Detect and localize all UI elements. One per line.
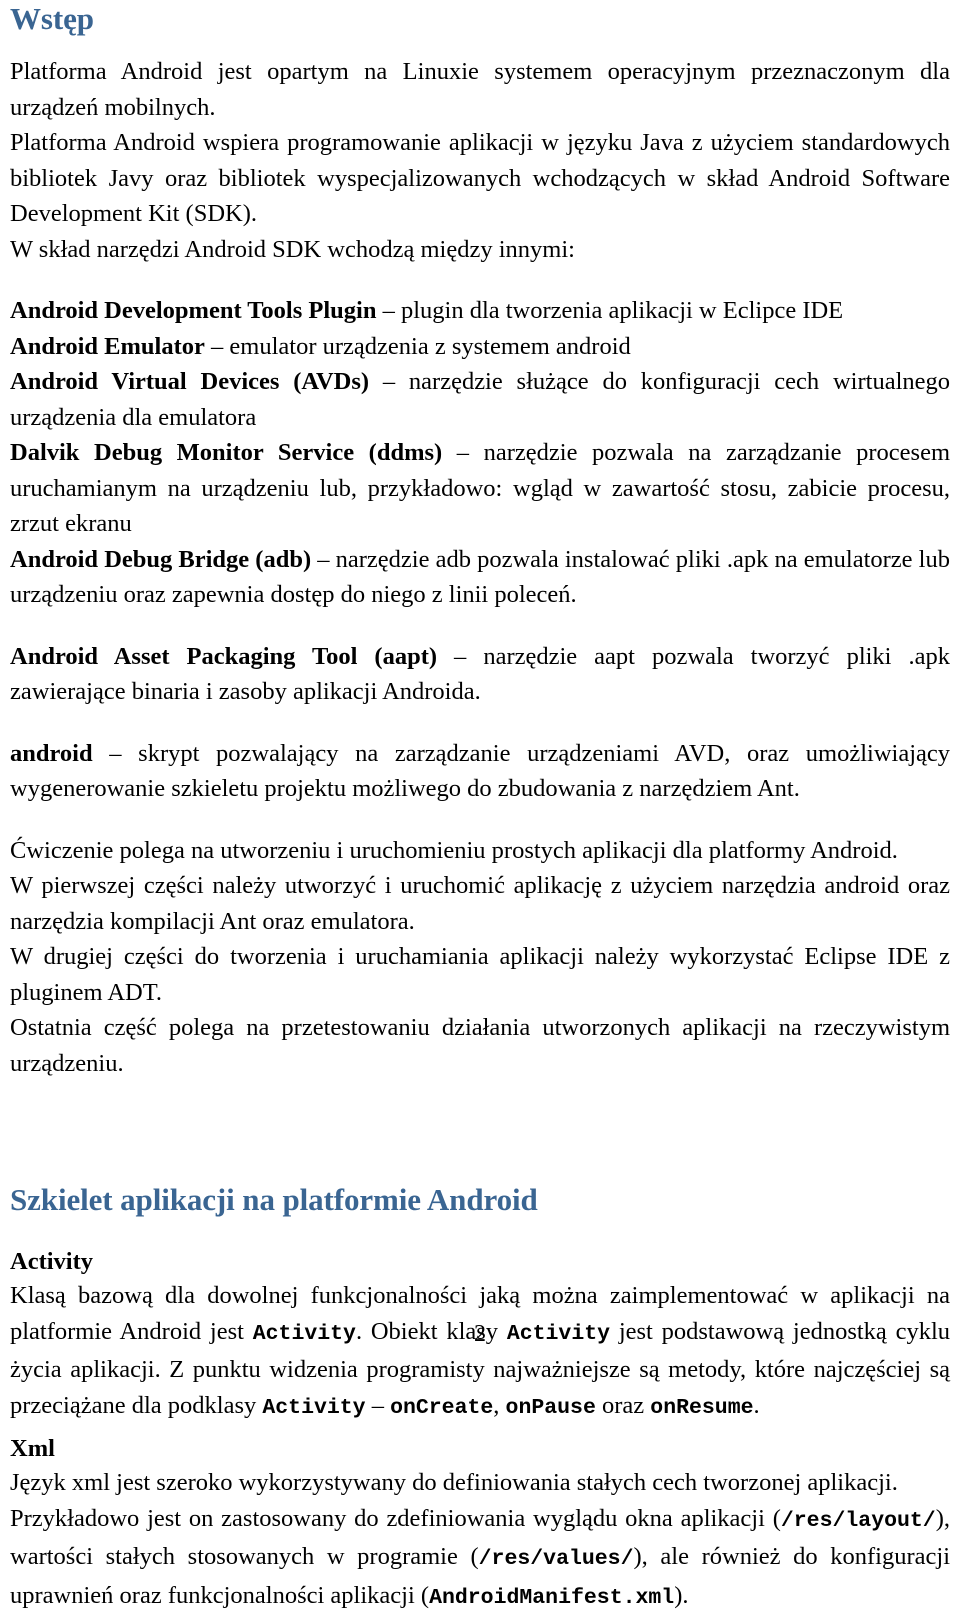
spacer xyxy=(10,807,950,833)
tool-dash: – xyxy=(376,297,401,324)
spacer xyxy=(10,613,950,639)
code-onresume: onResume xyxy=(650,1396,753,1420)
exercise-paragraph-1: Ćwiczenie polega na utworzeniu i uruchom… xyxy=(10,833,950,869)
tool-term: Android Emulator xyxy=(10,333,205,360)
skeleton-heading: Szkielet aplikacji na platformie Android xyxy=(10,1181,950,1219)
xml-paragraph-1: Język xml jest szeroko wykorzystywany do… xyxy=(10,1465,950,1501)
list-item: android – skrypt pozwalający na zarządza… xyxy=(10,736,950,807)
code-oncreate: onCreate xyxy=(390,1396,493,1420)
tool-term: Android Asset Packaging Tool (aapt) xyxy=(10,643,437,670)
tool-term: Android Development Tools Plugin xyxy=(10,297,376,324)
code-res-layout: /res/layout/ xyxy=(781,1509,936,1533)
activity-text: , xyxy=(493,1392,505,1419)
xml-paragraph-2: Przykładowo jest on zastosowany do zdefi… xyxy=(10,1501,950,1616)
intro-paragraph-3: W skład narzędzi Android SDK wchodzą mię… xyxy=(10,232,950,268)
list-item: Android Asset Packaging Tool (aapt) – na… xyxy=(10,639,950,710)
tool-desc: skrypt pozwalający na zarządzanie urządz… xyxy=(10,740,950,803)
tool-dash: – xyxy=(442,439,483,466)
list-item: Android Debug Bridge (adb) – narzędzie a… xyxy=(10,542,950,613)
xml-heading: Xml xyxy=(10,1432,950,1465)
list-item: Android Virtual Devices (AVDs) – narzędz… xyxy=(10,364,950,435)
intro-paragraph-1: Platforma Android jest opartym na Linuxi… xyxy=(10,54,950,125)
xml-text: Przykładowo jest on zastosowany do zdefi… xyxy=(10,1505,781,1532)
tool-dash: – xyxy=(311,546,336,573)
tool-dash: – xyxy=(369,368,409,395)
page-number: 2 xyxy=(0,1320,960,1348)
tool-dash: – xyxy=(437,643,483,670)
sdk-tools-list: Android Development Tools Plugin – plugi… xyxy=(10,293,950,613)
code-onpause: onPause xyxy=(506,1396,596,1420)
tool-term: Dalvik Debug Monitor Service (ddms) xyxy=(10,439,442,466)
code-activity: Activity xyxy=(262,1396,365,1420)
list-item: Android Development Tools Plugin – plugi… xyxy=(10,293,950,329)
tool-term: Android Virtual Devices (AVDs) xyxy=(10,368,369,395)
spacer xyxy=(10,38,950,54)
activity-text: – xyxy=(366,1392,391,1419)
list-item: Dalvik Debug Monitor Service (ddms) – na… xyxy=(10,435,950,542)
xml-text: ). xyxy=(674,1582,688,1609)
page-title: Wstęp xyxy=(10,0,950,38)
exercise-paragraph-4: Ostatnia część polega na przetestowaniu … xyxy=(10,1010,950,1081)
spacer xyxy=(10,1081,950,1181)
code-res-values: /res/values/ xyxy=(479,1547,634,1571)
tool-term: Android Debug Bridge (adb) xyxy=(10,546,311,573)
tool-dash: – xyxy=(205,333,230,360)
spacer xyxy=(10,710,950,736)
activity-text: oraz xyxy=(596,1392,650,1419)
document-page: Wstęp Platforma Android jest opartym na … xyxy=(0,0,960,1354)
tool-desc: emulator urządzenia z systemem android xyxy=(229,333,630,360)
exercise-paragraph-2: W pierwszej części należy utworzyć i uru… xyxy=(10,868,950,939)
activity-paragraph: Klasą bazową dla dowolnej funkcjonalnośc… xyxy=(10,1278,950,1426)
spacer xyxy=(10,1219,950,1245)
tool-dash: – xyxy=(93,740,139,767)
tool-term: android xyxy=(10,740,93,767)
exercise-paragraph-3: W drugiej części do tworzenia i uruchami… xyxy=(10,939,950,1010)
spacer xyxy=(10,267,950,293)
activity-text: . xyxy=(754,1392,760,1419)
tool-desc: plugin dla tworzenia aplikacji w Eclipce… xyxy=(401,297,843,324)
list-item: Android Emulator – emulator urządzenia z… xyxy=(10,329,950,365)
activity-heading: Activity xyxy=(10,1245,950,1278)
code-androidmanifest: AndroidManifest.xml xyxy=(429,1586,674,1610)
intro-paragraph-2: Platforma Android wspiera programowanie … xyxy=(10,125,950,232)
